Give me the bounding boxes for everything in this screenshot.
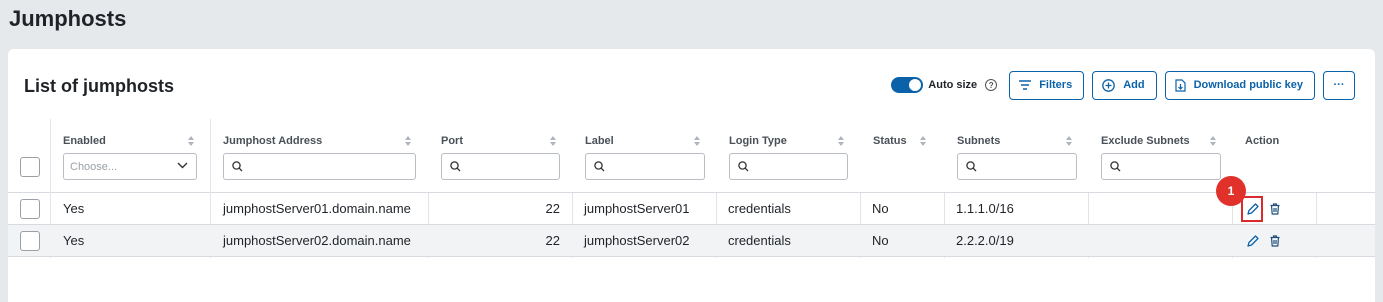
column-title-label: Label: [585, 135, 614, 147]
search-icon: [450, 161, 461, 172]
cell-enabled: Yes: [63, 201, 85, 216]
cell-address: jumphostServer02.domain.name: [223, 233, 411, 248]
cell-address: jumphostServer01.domain.name: [223, 201, 411, 216]
search-icon: [594, 161, 605, 172]
label-filter-input[interactable]: [585, 153, 705, 180]
cell-label: jumphostServer01: [584, 201, 690, 216]
sort-icon[interactable]: [919, 135, 927, 147]
sort-icon[interactable]: [693, 135, 701, 147]
trash-icon[interactable]: [1269, 203, 1281, 215]
sort-icon[interactable]: [1209, 135, 1217, 147]
table-row: Yes jumphostServer01.domain.name 22 jump…: [8, 176, 1375, 225]
enabled-filter-placeholder: Choose...: [70, 160, 118, 173]
cell-subnets: 2.2.2.0/19: [956, 233, 1014, 248]
add-button[interactable]: Add: [1092, 70, 1157, 100]
sort-icon[interactable]: [549, 135, 557, 147]
cell-enabled: Yes: [63, 233, 85, 248]
chevron-down-icon: [177, 162, 188, 169]
edit-highlight-box: [1241, 196, 1263, 222]
column-title-port: Port: [441, 135, 463, 147]
column-title-action: Action: [1245, 135, 1280, 147]
search-icon: [232, 161, 243, 172]
column-exclude-subnets: Exclude Subnets: [1089, 119, 1233, 193]
toolbar: Auto size ? Filters Add Download public …: [891, 70, 1355, 100]
search-icon: [966, 161, 977, 172]
cell-login-type: credentials: [728, 233, 791, 248]
column-status: Status: [861, 119, 945, 193]
exclude-subnets-search-field[interactable]: [1127, 156, 1215, 177]
login-type-search-field[interactable]: [755, 156, 843, 177]
column-title-enabled: Enabled: [63, 135, 106, 147]
cell-port: 22: [545, 201, 560, 216]
column-title-login-type: Login Type: [729, 135, 787, 147]
trash-icon[interactable]: [1269, 235, 1281, 247]
column-enabled: Enabled Choose...: [51, 119, 211, 193]
table-header: Enabled Choose... Jumphost Address Port: [8, 119, 1375, 193]
column-action: Action: [1233, 119, 1317, 193]
filter-icon: [1019, 80, 1032, 90]
download-icon: [1174, 78, 1186, 92]
pencil-icon[interactable]: [1247, 235, 1259, 247]
address-filter-input[interactable]: [223, 153, 416, 180]
search-icon: [1110, 161, 1121, 172]
download-label: Download public key: [1193, 79, 1303, 91]
cell-subnets: 1.1.1.0/16: [956, 201, 1014, 216]
step-badge: 1: [1216, 176, 1246, 206]
cell-login-type: credentials: [728, 201, 791, 216]
select-all-checkbox[interactable]: [20, 157, 40, 177]
filters-button[interactable]: Filters: [1009, 70, 1085, 100]
column-login-type: Login Type: [717, 119, 861, 193]
row-checkbox[interactable]: [20, 231, 40, 251]
address-search-field[interactable]: [249, 156, 396, 177]
column-title-address: Jumphost Address: [223, 135, 323, 147]
page-title: Jumphosts: [9, 6, 127, 31]
column-port: Port: [429, 119, 573, 193]
column-address: Jumphost Address: [211, 119, 429, 193]
help-icon[interactable]: ?: [985, 79, 998, 91]
plus-circle-icon: [1102, 78, 1116, 92]
login-type-filter-input[interactable]: [729, 153, 848, 180]
column-title-exclude-subnets: Exclude Subnets: [1101, 135, 1190, 147]
filters-label: Filters: [1039, 79, 1073, 91]
port-filter-input[interactable]: [441, 153, 560, 180]
sort-icon[interactable]: [404, 135, 412, 147]
cell-status: No: [872, 201, 889, 216]
subnets-filter-input[interactable]: [957, 153, 1077, 180]
table-row: Yes jumphostServer02.domain.name 22 jump…: [8, 225, 1375, 257]
download-public-key-button[interactable]: Download public key: [1164, 70, 1315, 100]
auto-size-toggle[interactable]: [891, 77, 924, 93]
cell-label: jumphostServer02: [584, 233, 690, 248]
more-options-button[interactable]: ···: [1323, 70, 1355, 100]
column-title-status: Status: [873, 135, 907, 147]
jumphosts-card: List of jumphosts Auto size ? Filters Ad…: [8, 49, 1375, 302]
subnets-search-field[interactable]: [983, 156, 1071, 177]
cell-status: No: [872, 233, 889, 248]
card-title: List of jumphosts: [24, 76, 174, 96]
enabled-filter-select[interactable]: Choose...: [63, 153, 197, 180]
sort-icon[interactable]: [837, 135, 845, 147]
add-label: Add: [1123, 79, 1145, 91]
column-title-subnets: Subnets: [957, 135, 1001, 147]
auto-size-control: Auto size ?: [891, 77, 999, 93]
row-checkbox[interactable]: [20, 199, 40, 219]
label-search-field[interactable]: [611, 156, 699, 177]
search-icon: [738, 161, 749, 172]
port-search-field[interactable]: [467, 156, 555, 177]
column-label: Label: [573, 119, 717, 193]
cell-port: 22: [545, 233, 560, 248]
exclude-subnets-filter-input[interactable]: [1101, 153, 1221, 180]
column-subnets: Subnets: [945, 119, 1089, 193]
sort-icon[interactable]: [187, 135, 195, 147]
auto-size-label: Auto size: [928, 79, 978, 91]
sort-icon[interactable]: [1065, 135, 1073, 147]
more-icon: ···: [1333, 79, 1345, 91]
